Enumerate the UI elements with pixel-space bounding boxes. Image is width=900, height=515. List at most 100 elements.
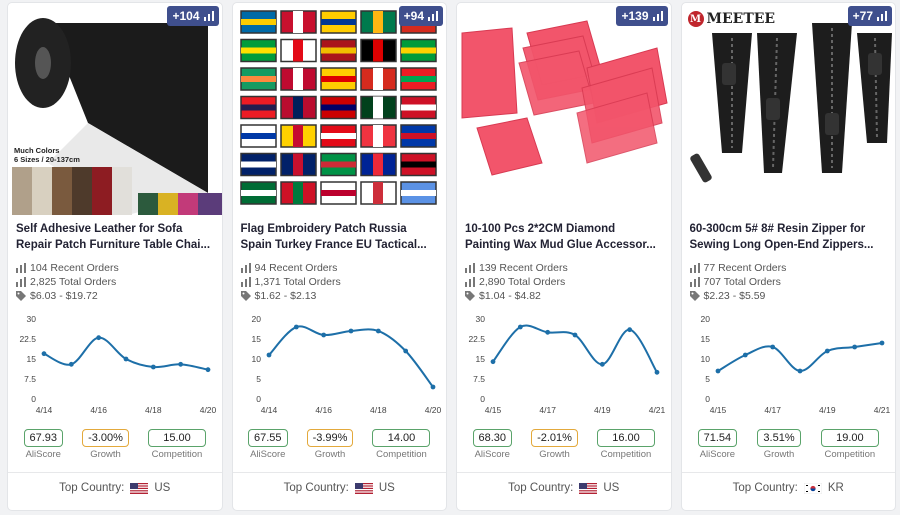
data-point[interactable] <box>517 324 523 330</box>
data-point[interactable] <box>742 352 748 358</box>
flag-patch <box>359 152 397 177</box>
y-tick-label: 15 <box>27 354 37 364</box>
price-range: $1.62 - $2.13 <box>254 290 317 302</box>
y-tick-label: 22.5 <box>19 334 36 344</box>
aliscore-label: AliScore <box>250 449 286 460</box>
data-point[interactable] <box>293 324 299 330</box>
competition-value: 16.00 <box>596 429 655 447</box>
data-point[interactable] <box>627 327 633 333</box>
orders-line-chart: 20 15 10 5 04/15 4/17 4/19 4/21 <box>700 314 890 415</box>
bar-chart-icon <box>689 263 700 273</box>
data-point[interactable] <box>205 367 211 373</box>
flag-patch <box>359 67 397 91</box>
x-tick-label: 4/15 <box>709 405 726 415</box>
flag-patch <box>319 10 357 34</box>
country-code: US <box>378 482 395 494</box>
data-point[interactable] <box>490 359 496 365</box>
product-card[interactable]: M MEETEE +77 60-300cm 5# 8# Resin Zipper… <box>680 2 896 511</box>
data-point[interactable] <box>851 344 857 350</box>
data-point[interactable] <box>572 332 578 338</box>
data-point[interactable] <box>375 328 381 334</box>
top-country-label: Top Country: <box>59 482 125 494</box>
recent-orders: 94 Recent Orders <box>254 262 338 274</box>
product-card[interactable]: Much Colors 6 Sizes / 20-137cm +104 Self… <box>7 2 223 511</box>
flag-patch <box>239 67 277 91</box>
data-point[interactable] <box>599 361 605 367</box>
orders-line-chart: 20 15 10 5 04/14 4/16 4/18 4/20 <box>251 314 441 415</box>
data-point[interactable] <box>123 356 129 362</box>
data-point[interactable] <box>320 332 326 338</box>
price-tag-icon <box>465 291 475 301</box>
product-title[interactable]: 60-300cm 5# 8# Resin Zipper for Sewing L… <box>682 215 896 259</box>
data-point[interactable] <box>348 328 353 334</box>
country-code: US <box>154 482 171 494</box>
country-code: US <box>603 482 620 494</box>
competition-value: 19.00 <box>820 429 879 447</box>
growth-value: -3.99% <box>306 429 354 447</box>
x-tick-label: 4/14 <box>260 405 277 415</box>
x-tick-label: 4/18 <box>370 405 387 415</box>
price-tag-icon <box>16 291 26 301</box>
y-tick-label: 15 <box>700 334 710 344</box>
product-image[interactable]: Much Colors 6 Sizes / 20-137cm +104 <box>8 3 222 215</box>
y-tick-label: 15 <box>251 334 261 344</box>
growth-value: -3.00% <box>82 429 129 447</box>
product-card[interactable]: +94 Flag Embroidery Patch Russia Spain T… <box>231 2 447 511</box>
data-point[interactable] <box>654 369 660 375</box>
product-grid: Much Colors 6 Sizes / 20-137cm +104 Self… <box>0 0 900 515</box>
y-tick-label: 10 <box>700 354 710 364</box>
data-point[interactable] <box>68 361 74 367</box>
product-image[interactable]: M MEETEE +77 <box>681 3 895 215</box>
data-point[interactable] <box>266 352 271 358</box>
product-image[interactable]: +94 <box>232 3 446 215</box>
data-point[interactable] <box>797 368 802 374</box>
flag-patch <box>319 67 357 91</box>
product-title[interactable]: Self Adhesive Leather for Sofa Repair Pa… <box>8 215 222 259</box>
aliscore-value: 71.54 <box>697 429 738 447</box>
data-point[interactable] <box>545 329 551 335</box>
y-tick-label: 10 <box>251 354 261 364</box>
data-point[interactable] <box>824 348 830 354</box>
product-title[interactable]: 10-100 Pcs 2*2CM Diamond Painting Wax Mu… <box>457 215 671 259</box>
bar-chart-icon <box>16 277 26 287</box>
flag-patch <box>279 124 317 148</box>
data-point[interactable] <box>41 351 47 357</box>
image-caption: 6 Sizes / 20-137cm <box>14 155 80 164</box>
data-point[interactable] <box>96 335 102 341</box>
data-point[interactable] <box>879 340 884 346</box>
product-title[interactable]: Flag Embroidery Patch Russia Spain Turke… <box>233 215 447 259</box>
aliscore-label: AliScore <box>474 449 510 460</box>
aliscore-value: 68.30 <box>472 429 513 447</box>
top-country-label: Top Country: <box>732 482 798 494</box>
data-point[interactable] <box>178 361 184 367</box>
growth-value: 3.51% <box>757 429 801 447</box>
flag-patch <box>239 38 277 63</box>
flag-patch <box>399 67 437 91</box>
orders-line-chart: 30 22.5 15 7.5 04/15 4/17 4/19 4/21 <box>468 314 665 415</box>
metrics-row: 71.54 AliScore 3.51% Growth 19.00 Competiti… <box>682 429 896 460</box>
product-image[interactable]: +139 <box>457 3 671 215</box>
data-point[interactable] <box>430 384 435 390</box>
competition-value: 14.00 <box>372 429 431 447</box>
wax-mud-squares-image <box>457 3 671 215</box>
growth-label: Growth <box>90 449 121 460</box>
data-point[interactable] <box>150 364 156 370</box>
data-point[interactable] <box>715 368 720 374</box>
competition-label: Competition <box>151 449 203 460</box>
top-country: Top Country: US <box>8 473 222 503</box>
us-flag-icon <box>130 482 149 494</box>
flag-patch <box>239 181 277 205</box>
us-flag-icon <box>354 482 373 494</box>
data-point[interactable] <box>769 344 775 350</box>
data-point[interactable] <box>402 348 408 354</box>
y-tick-label: 0 <box>31 394 36 404</box>
price-range: $1.04 - $4.82 <box>479 290 541 302</box>
x-tick-label: 4/20 <box>424 405 441 415</box>
bar-chart-icon <box>652 11 663 21</box>
flag-patch <box>279 67 317 91</box>
flag-patch <box>399 152 437 177</box>
x-tick-label: 4/16 <box>315 405 332 415</box>
product-card[interactable]: +139 10-100 Pcs 2*2CM Diamond Painting W… <box>456 2 672 511</box>
top-country: Top Country: KR <box>682 473 896 503</box>
flag-patch <box>279 95 317 120</box>
